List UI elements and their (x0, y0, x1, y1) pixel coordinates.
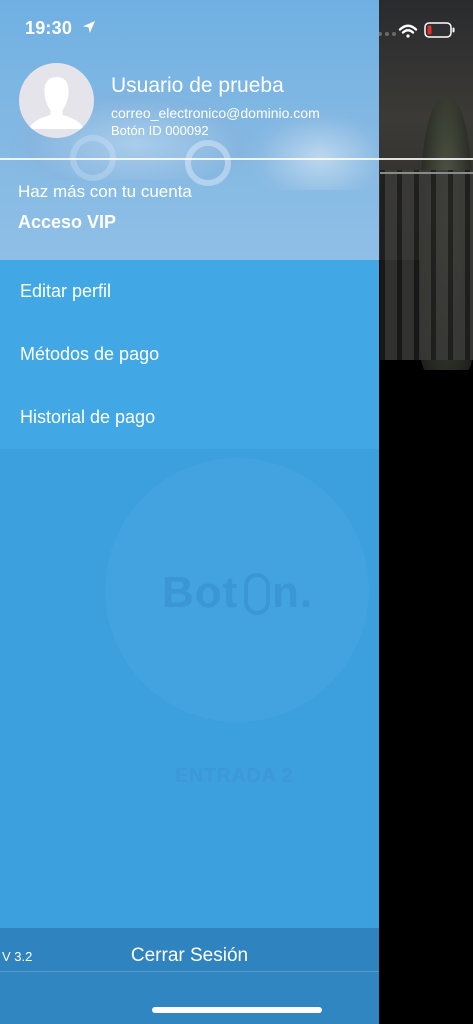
menu-item-label: Métodos de pago (20, 343, 160, 364)
promo-subtitle: Haz más con tu cuenta (18, 182, 192, 201)
location-arrow-icon (83, 21, 95, 33)
menu-item-edit-profile[interactable]: Editar perfil (0, 260, 379, 322)
wifi-icon (398, 24, 418, 38)
background-rail (380, 172, 473, 174)
menu-item-payment-history[interactable]: Historial de pago (0, 386, 379, 448)
drawer-header: 19:30 Usuario de prueba correo_electroni… (0, 0, 379, 260)
drawer-menu: Editar perfil Métodos de pago Historial … (0, 260, 379, 449)
menu-item-label: Editar perfil (20, 280, 112, 301)
footer-divider (0, 971, 379, 972)
user-name: Usuario de prueba (111, 74, 284, 97)
background-fence (380, 170, 473, 360)
menu-item-payment-methods[interactable]: Métodos de pago (0, 323, 379, 385)
background-entry-label: ENTRADA 2 (175, 765, 294, 787)
background-logo-o (244, 573, 270, 615)
status-time: 19:30 (25, 18, 73, 38)
vip-access-link[interactable]: Acceso VIP (18, 212, 116, 233)
header-photo-car (250, 110, 379, 190)
app-version: V 3.2 (2, 949, 33, 964)
home-indicator[interactable] (152, 1007, 322, 1013)
side-drawer: 19:30 Usuario de prueba correo_electroni… (0, 0, 379, 1024)
user-email: correo_electronico@dominio.com (111, 105, 320, 121)
header-divider (0, 158, 473, 160)
battery-low-icon (424, 22, 455, 38)
user-silhouette-icon (29, 77, 84, 129)
background-logo-suffix: n. (272, 568, 314, 617)
menu-item-label: Historial de pago (20, 406, 156, 427)
logout-button[interactable]: Cerrar Sesión (0, 945, 379, 967)
user-id: Botón ID 000092 (111, 123, 209, 138)
header-photo-wheel (185, 140, 231, 186)
avatar[interactable] (19, 63, 94, 138)
status-bar-right (370, 20, 460, 40)
background-logo-text: Bot (162, 568, 239, 617)
